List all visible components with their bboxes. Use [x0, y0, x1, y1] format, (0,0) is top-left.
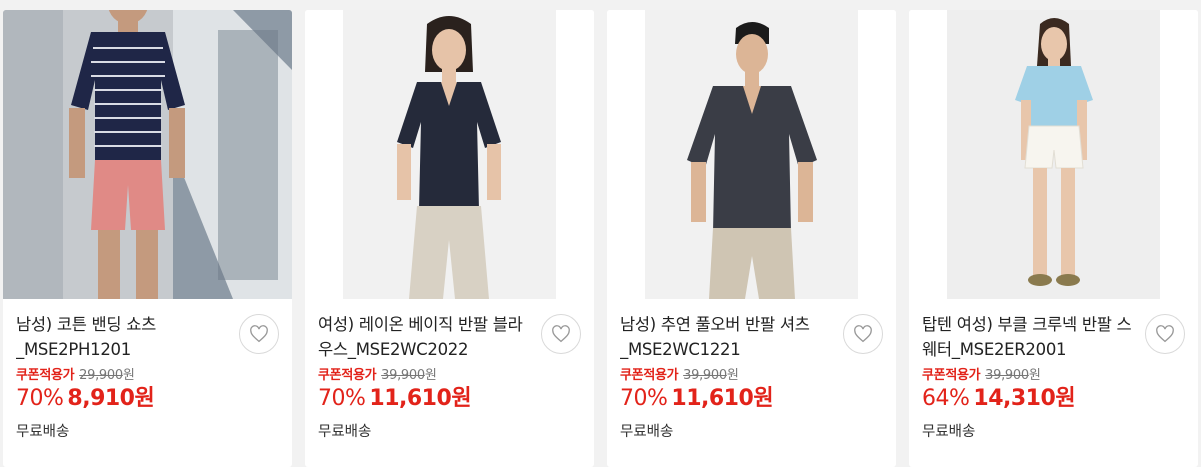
- original-price-unit: 원: [726, 368, 739, 383]
- product-photo-woman-navy-blouse: [305, 10, 594, 299]
- coupon-label: 쿠폰적용가: [620, 368, 679, 383]
- like-button[interactable]: [843, 314, 883, 354]
- original-price: 39,900: [683, 368, 727, 383]
- product-card[interactable]: 여성) 레이온 베이직 반팔 블라우스_MSE2WC2022 쿠폰적용가 39,…: [305, 10, 594, 467]
- sale-price-unit: 원: [753, 386, 774, 411]
- coupon-price-row: 쿠폰적용가 39,900원: [922, 368, 1185, 384]
- heart-icon: [552, 325, 570, 343]
- coupon-label: 쿠폰적용가: [16, 368, 75, 383]
- original-price: 39,900: [985, 368, 1029, 383]
- product-card[interactable]: 남성) 코튼 밴딩 쇼츠 _MSE2PH1201 쿠폰적용가 29,900원 7…: [3, 10, 292, 467]
- heart-icon: [854, 325, 872, 343]
- original-price: 39,900: [381, 368, 425, 383]
- sale-price-row: 70% 11,610원: [620, 386, 883, 412]
- sale-price-unit: 원: [1055, 386, 1076, 411]
- sale-price-unit: 원: [134, 386, 155, 411]
- product-photo-woman-blue-sweater: [909, 10, 1198, 299]
- coupon-label: 쿠폰적용가: [922, 368, 981, 383]
- coupon-label: 쿠폰적용가: [318, 368, 377, 383]
- heart-icon: [250, 325, 268, 343]
- product-info: 남성) 추연 풀오버 반팔 셔츠 _MSE2WC1221 쿠폰적용가 39,90…: [620, 312, 883, 441]
- coupon-price-row: 쿠폰적용가 39,900원: [318, 368, 581, 384]
- shipping-info: 무료배송: [318, 424, 372, 440]
- shipping-info: 무료배송: [620, 424, 674, 440]
- like-button[interactable]: [1145, 314, 1185, 354]
- sale-price-unit: 원: [451, 386, 472, 411]
- product-image[interactable]: [3, 10, 292, 299]
- product-grid: 남성) 코튼 밴딩 쇼츠 _MSE2PH1201 쿠폰적용가 29,900원 7…: [3, 10, 1201, 467]
- coupon-price-row: 쿠폰적용가 39,900원: [620, 368, 883, 384]
- product-card[interactable]: 탑텐 여성) 부클 크루넥 반팔 스웨터_MSE2ER2001 쿠폰적용가 39…: [909, 10, 1198, 467]
- original-price: 29,900: [79, 368, 123, 383]
- product-photo-man-charcoal-shirt: [607, 10, 896, 299]
- coupon-price-row: 쿠폰적용가 29,900원: [16, 368, 279, 384]
- product-info: 탑텐 여성) 부클 크루넥 반팔 스웨터_MSE2ER2001 쿠폰적용가 39…: [922, 312, 1185, 441]
- product-title[interactable]: 여성) 레이온 베이직 반팔 블라우스_MSE2WC2022: [318, 312, 528, 362]
- discount-rate: 64%: [922, 386, 970, 411]
- original-price-unit: 원: [122, 368, 135, 383]
- sale-price-row: 70% 8,910원: [16, 386, 279, 412]
- discount-rate: 70%: [318, 386, 366, 411]
- sale-price: 11,610: [369, 386, 452, 411]
- sale-price-row: 70% 11,610원: [318, 386, 581, 412]
- product-info: 여성) 레이온 베이직 반팔 블라우스_MSE2WC2022 쿠폰적용가 39,…: [318, 312, 581, 441]
- discount-rate: 70%: [620, 386, 668, 411]
- product-image[interactable]: [607, 10, 896, 299]
- sale-price: 11,610: [671, 386, 754, 411]
- product-title[interactable]: 탑텐 여성) 부클 크루넥 반팔 스웨터_MSE2ER2001: [922, 312, 1132, 362]
- product-title[interactable]: 남성) 코튼 밴딩 쇼츠 _MSE2PH1201: [16, 312, 226, 362]
- original-price-unit: 원: [1028, 368, 1041, 383]
- sale-price: 8,910: [67, 386, 135, 411]
- shipping-info: 무료배송: [16, 424, 70, 440]
- heart-icon: [1156, 325, 1174, 343]
- product-image[interactable]: [305, 10, 594, 299]
- shipping-info: 무료배송: [922, 424, 976, 440]
- product-title[interactable]: 남성) 추연 풀오버 반팔 셔츠 _MSE2WC1221: [620, 312, 830, 362]
- product-image[interactable]: [909, 10, 1198, 299]
- discount-rate: 70%: [16, 386, 64, 411]
- product-info: 남성) 코튼 밴딩 쇼츠 _MSE2PH1201 쿠폰적용가 29,900원 7…: [16, 312, 279, 441]
- sale-price-row: 64% 14,310원: [922, 386, 1185, 412]
- like-button[interactable]: [239, 314, 279, 354]
- product-card[interactable]: 남성) 추연 풀오버 반팔 셔츠 _MSE2WC1221 쿠폰적용가 39,90…: [607, 10, 896, 467]
- product-photo-man-striped-polo: [3, 10, 292, 299]
- like-button[interactable]: [541, 314, 581, 354]
- original-price-unit: 원: [424, 368, 437, 383]
- sale-price: 14,310: [973, 386, 1056, 411]
